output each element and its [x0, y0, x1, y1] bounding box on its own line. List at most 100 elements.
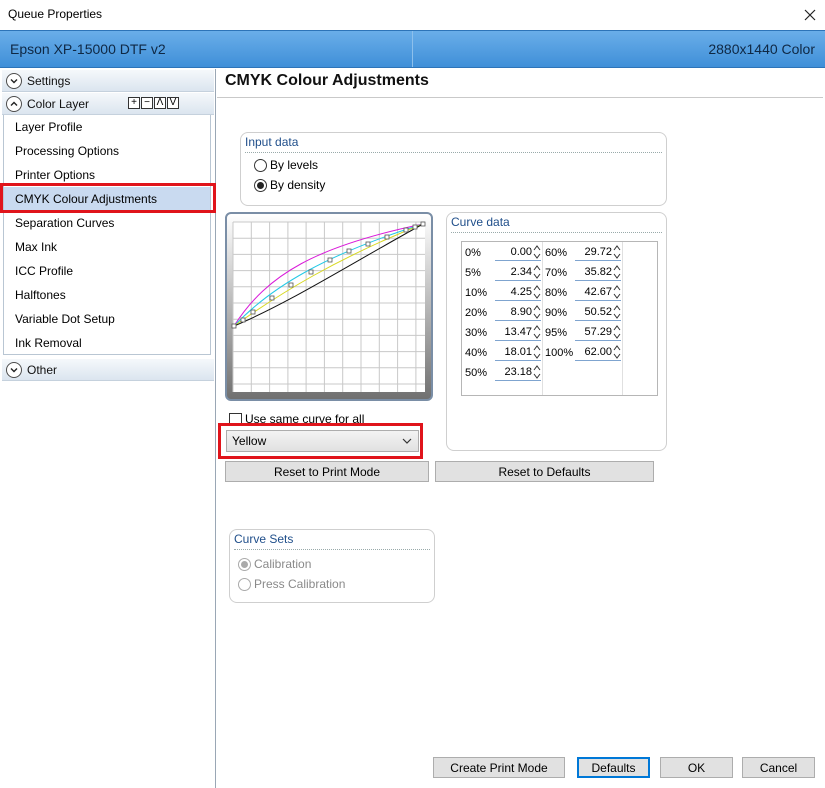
sidebar: Settings Color Layer + − Λ V Layer Profi… — [0, 69, 216, 788]
sidebar-item-label: Layer Profile — [15, 120, 83, 134]
curve-value-input[interactable]: 50.52 — [575, 303, 621, 321]
reset-defaults-button[interactable]: Reset to Defaults — [435, 461, 654, 482]
spinner-icon — [613, 245, 621, 259]
color-select-value: Yellow — [232, 434, 267, 448]
press-calibration-radio[interactable]: Press Calibration — [238, 577, 345, 591]
sidebar-item-label: Ink Removal — [15, 336, 82, 350]
add-layer-button[interactable]: + — [128, 97, 140, 109]
header-divider — [412, 31, 413, 67]
calibration-radio[interactable]: Calibration — [238, 557, 311, 571]
spinner-icon — [533, 345, 541, 359]
curve-percent-label: 80% — [545, 287, 568, 299]
title-bar: Queue Properties — [0, 0, 825, 30]
expand-icon — [6, 361, 22, 378]
selection-highlight — [0, 183, 216, 213]
move-down-button[interactable]: V — [167, 97, 179, 109]
sidebar-item-label: ICC Profile — [15, 264, 74, 278]
curve-percent-label: 60% — [545, 247, 568, 259]
curve-sets-title: Curve Sets — [234, 532, 294, 546]
curve-value-input[interactable]: 0.00 — [495, 243, 541, 261]
sidebar-item-icc-profile[interactable]: ICC Profile — [4, 259, 210, 283]
curve-value-input[interactable]: 62.00 — [575, 343, 621, 361]
curve-value-input[interactable]: 35.82 — [575, 263, 621, 281]
by-density-label: By density — [270, 178, 326, 192]
curve-value-input[interactable]: 42.67 — [575, 283, 621, 301]
curve-percent-label: 30% — [465, 327, 488, 339]
spinner-icon — [613, 285, 621, 299]
radio-selected-icon — [254, 178, 267, 192]
curve-data-title: Curve data — [451, 215, 510, 229]
sidebar-item-layer-profile[interactable]: Layer Profile — [4, 115, 210, 139]
create-print-mode-button[interactable]: Create Print Mode — [433, 757, 565, 778]
curve-percent-label: 5% — [465, 267, 481, 279]
curve-value-input[interactable]: 8.90 — [495, 303, 541, 321]
sidebar-item-halftones[interactable]: Halftones — [4, 283, 210, 307]
spinner-icon — [613, 265, 621, 279]
printer-name: Epson XP-15000 DTF v2 — [10, 41, 166, 57]
spinner-icon — [533, 245, 541, 259]
curve-percent-label: 95% — [545, 327, 568, 339]
spinner-icon — [533, 365, 541, 379]
close-button[interactable] — [795, 0, 825, 30]
curve-percent-label: 20% — [465, 307, 488, 319]
curve-value-input[interactable]: 4.25 — [495, 283, 541, 301]
spinner-icon — [533, 305, 541, 319]
by-levels-radio[interactable]: By levels — [254, 158, 318, 172]
sidebar-item-processing-options[interactable]: Processing Options — [4, 139, 210, 163]
curve-value-input[interactable]: 29.72 — [575, 243, 621, 261]
color-layer-list: Layer Profile Processing Options Printer… — [3, 115, 211, 355]
radio-icon — [238, 577, 251, 591]
cancel-button[interactable]: Cancel — [742, 757, 815, 778]
collapse-icon — [6, 95, 22, 112]
other-label: Other — [27, 362, 58, 377]
sidebar-item-label: Separation Curves — [15, 216, 115, 230]
defaults-button[interactable]: Defaults — [577, 757, 650, 778]
settings-label: Settings — [27, 73, 71, 88]
group-divider — [245, 152, 662, 153]
spinner-icon — [613, 305, 621, 319]
sidebar-item-ink-removal[interactable]: Ink Removal — [4, 331, 210, 355]
press-calibration-label: Press Calibration — [254, 577, 346, 591]
sidebar-item-max-ink[interactable]: Max Ink — [4, 235, 210, 259]
calibration-label: Calibration — [254, 557, 312, 571]
curve-percent-label: 40% — [465, 347, 488, 359]
curve-value-input[interactable]: 18.01 — [495, 343, 541, 361]
layer-tools: + − Λ V — [128, 97, 179, 109]
radio-selected-icon — [238, 557, 251, 571]
curve-sets-group: Curve Sets Calibration Press Calibration — [229, 529, 435, 603]
settings-section[interactable]: Settings — [2, 70, 214, 92]
spinner-icon — [613, 345, 621, 359]
resolution-label: 2880x1440 Color — [708, 41, 815, 57]
spinner-icon — [533, 265, 541, 279]
reset-print-mode-button[interactable]: Reset to Print Mode — [225, 461, 429, 482]
printer-header: Epson XP-15000 DTF v2 2880x1440 Color — [0, 30, 825, 68]
curve-value-input[interactable]: 23.18 — [495, 363, 541, 381]
curve-graph[interactable] — [225, 212, 433, 401]
color-layer-label: Color Layer — [27, 96, 90, 111]
curve-percent-label: 100% — [545, 347, 574, 359]
curve-chart[interactable] — [227, 214, 431, 399]
expand-icon — [6, 72, 22, 89]
sidebar-item-separation-curves[interactable]: Separation Curves — [4, 211, 210, 235]
close-icon — [804, 9, 816, 21]
color-select-dropdown[interactable]: Yellow — [226, 430, 419, 452]
curve-value-input[interactable]: 57.29 — [575, 323, 621, 341]
color-layer-section[interactable]: Color Layer + − Λ V — [2, 93, 214, 115]
group-divider — [234, 549, 430, 550]
move-up-button[interactable]: Λ — [154, 97, 166, 109]
by-density-radio[interactable]: By density — [254, 178, 325, 192]
by-levels-label: By levels — [270, 158, 319, 172]
sidebar-item-label: Variable Dot Setup — [15, 312, 115, 326]
sidebar-item-label: Halftones — [15, 288, 66, 302]
curve-percent-label: 70% — [545, 267, 568, 279]
spinner-icon — [533, 285, 541, 299]
curve-percent-label: 90% — [545, 307, 568, 319]
spinner-icon — [533, 325, 541, 339]
other-section[interactable]: Other — [2, 359, 214, 381]
remove-layer-button[interactable]: − — [141, 97, 153, 109]
ok-button[interactable]: OK — [660, 757, 733, 778]
curve-value-input[interactable]: 13.47 — [495, 323, 541, 341]
curve-value-input[interactable]: 2.34 — [495, 263, 541, 281]
input-data-title: Input data — [245, 135, 299, 149]
sidebar-item-variable-dot-setup[interactable]: Variable Dot Setup — [4, 307, 210, 331]
